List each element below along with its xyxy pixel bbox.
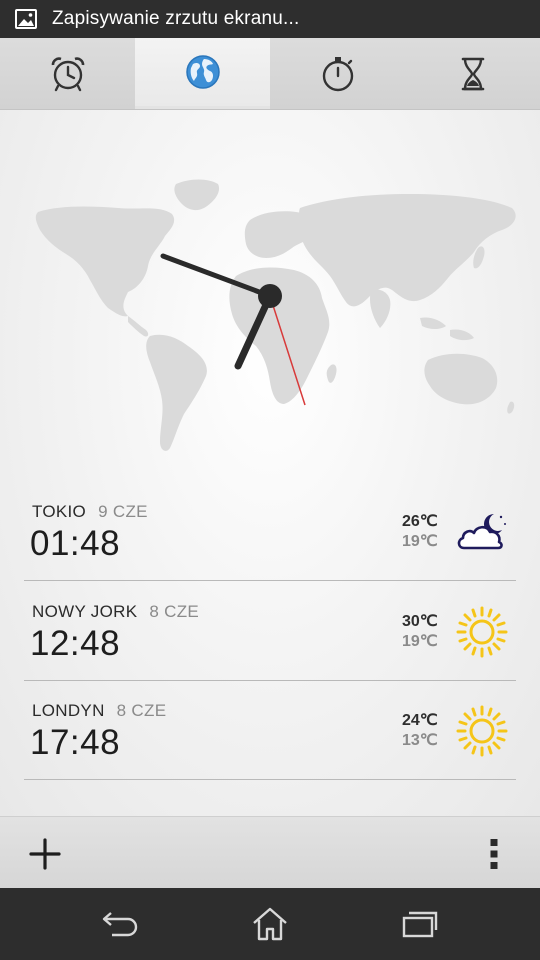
temp-high: 26℃ xyxy=(402,513,438,530)
tab-world-clock[interactable] xyxy=(135,38,270,109)
overflow-menu-button[interactable] xyxy=(474,831,514,877)
tab-alarm[interactable] xyxy=(0,38,135,109)
tab-timer[interactable] xyxy=(405,38,540,109)
temp-high: 24℃ xyxy=(402,712,438,729)
plus-icon xyxy=(29,838,61,870)
stopwatch-icon xyxy=(322,56,353,91)
world-map-clock xyxy=(35,179,516,451)
recent-apps-icon xyxy=(402,911,438,938)
hourglass-icon xyxy=(461,57,484,90)
tab-stopwatch[interactable] xyxy=(270,38,405,109)
temperatures: 24℃ 13℃ xyxy=(402,711,438,751)
add-city-button[interactable] xyxy=(22,831,68,877)
recent-apps-button[interactable] xyxy=(390,902,450,946)
home-button[interactable] xyxy=(240,902,300,946)
city-name: TOKIO xyxy=(32,502,87,521)
city-name: LONDYN xyxy=(32,701,105,720)
back-icon xyxy=(102,912,138,937)
alarm-clock-icon xyxy=(51,56,84,91)
tab-bar xyxy=(0,38,540,110)
globe-icon xyxy=(185,55,220,89)
status-bar: Zapisywanie zrzutu ekranu... xyxy=(0,0,540,38)
city-date: 8 CZE xyxy=(149,602,200,621)
city-time: 12:48 xyxy=(30,624,121,663)
sunny-icon xyxy=(456,606,508,658)
notification-text: Zapisywanie zrzutu ekranu... xyxy=(52,8,300,29)
sunny-icon xyxy=(456,705,508,757)
temperatures: 26℃ 19℃ xyxy=(402,512,438,552)
clock-pivot xyxy=(258,284,282,308)
overflow-menu-icon xyxy=(490,839,498,869)
night-partly-cloudy-icon xyxy=(457,514,506,550)
temp-low: 19℃ xyxy=(402,633,438,650)
action-bar xyxy=(0,816,540,888)
city-time: 17:48 xyxy=(30,723,121,762)
temp-low: 13℃ xyxy=(402,732,438,749)
home-icon xyxy=(253,907,287,941)
city-row-new-york[interactable]: NOWY JORK 8 CZE 12:48 30℃ 19℃ xyxy=(24,582,516,681)
temp-high: 30℃ xyxy=(402,613,438,630)
back-button[interactable] xyxy=(90,902,150,946)
city-time: 01:48 xyxy=(30,524,121,563)
city-date: 9 CZE xyxy=(98,502,148,521)
city-name: NOWY JORK xyxy=(32,602,138,621)
temp-low: 19℃ xyxy=(402,533,438,550)
city-row-london[interactable]: LONDYN 8 CZE 17:48 24℃ 13℃ xyxy=(24,681,516,780)
image-icon xyxy=(14,7,38,31)
city-row-tokio[interactable]: TOKIO 9 CZE 01:48 26℃ 19℃ xyxy=(24,482,516,581)
navigation-bar xyxy=(0,888,540,960)
temperatures: 30℃ 19℃ xyxy=(402,612,438,652)
city-date: 8 CZE xyxy=(116,701,167,720)
world-clock-panel: TOKIO 9 CZE 01:48 26℃ 19℃ NOWY JORK 8 CZ… xyxy=(0,110,540,816)
